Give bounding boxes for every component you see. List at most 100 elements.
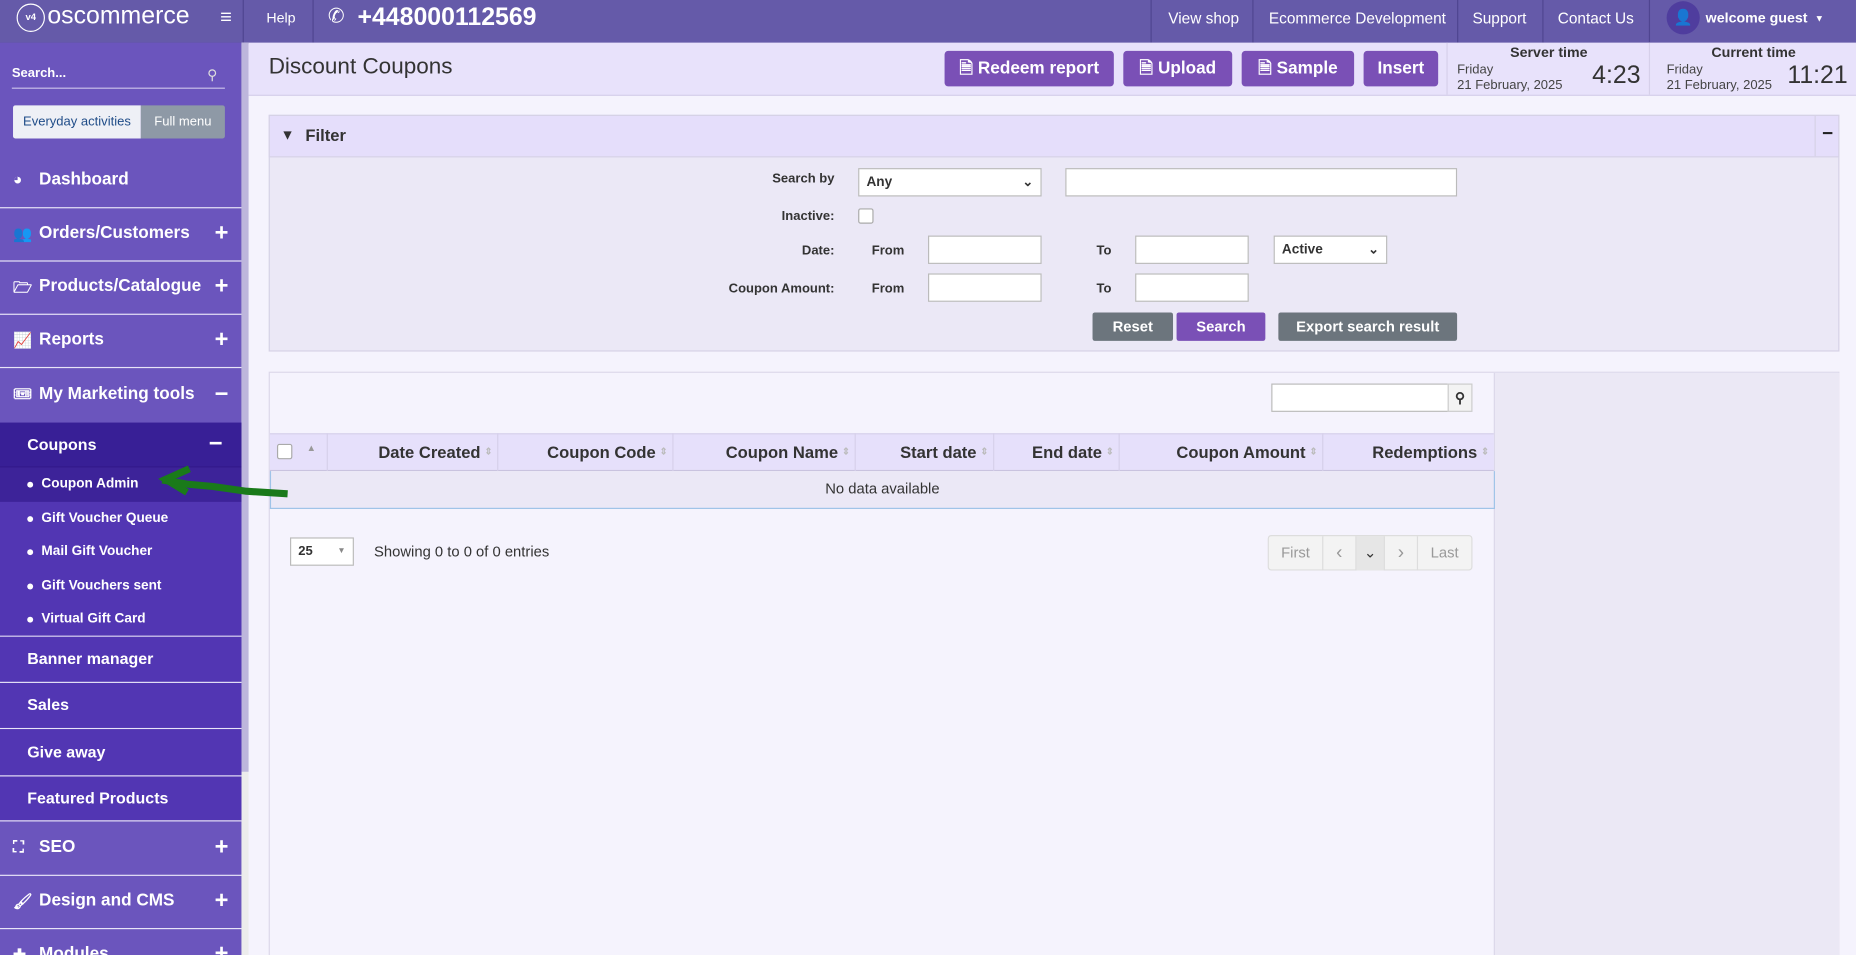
- plus-icon[interactable]: +: [215, 315, 229, 366]
- sidebar-item-seo[interactable]: ⛶ SEO +: [0, 821, 242, 876]
- current-day: Friday: [1666, 62, 1703, 77]
- column-end-date[interactable]: End date ⇕: [994, 433, 1120, 472]
- sample-button[interactable]: 🗎 Sample: [1241, 50, 1355, 87]
- phone-icon: ✆: [327, 4, 345, 28]
- minus-icon[interactable]: −: [215, 368, 229, 420]
- export-search-result-button[interactable]: Export search result: [1278, 312, 1458, 341]
- sidebar-item-design-and-cms[interactable]: 🖌 Design and CMS +: [0, 876, 242, 930]
- full-menu-toggle[interactable]: Full menu: [140, 105, 225, 139]
- amount-from-input[interactable]: [927, 273, 1042, 302]
- sidebar-item-orders-customers[interactable]: 👥 Orders/Customers +: [0, 208, 242, 262]
- select-value: Active: [1281, 242, 1323, 257]
- search-button[interactable]: Search: [1176, 312, 1266, 341]
- sidebar-item-modules[interactable]: ✚ Modules +: [0, 929, 241, 955]
- pagination-first[interactable]: First: [1269, 536, 1324, 571]
- caret-down-icon[interactable]: ▼: [1815, 0, 1824, 43]
- help-link[interactable]: Help: [266, 0, 295, 43]
- redeem-report-button[interactable]: 🗎 Redeem report: [944, 50, 1114, 87]
- sidebar-item-products-catalogue[interactable]: 🗁 Products/Catalogue +: [0, 262, 242, 315]
- sidebar-scrollbar-thumb[interactable]: [241, 42, 249, 772]
- filter-icon: ▼: [280, 126, 295, 144]
- upload-button[interactable]: 🗎 Upload: [1123, 50, 1233, 87]
- table-info: Showing 0 to 0 of 0 entries: [374, 543, 550, 560]
- amount-from-label: From: [871, 281, 905, 296]
- inactive-checkbox[interactable]: [858, 208, 874, 224]
- users-icon: 👥: [13, 224, 33, 243]
- sidebar-item-banner-manager[interactable]: Banner manager: [0, 636, 242, 683]
- logo-text[interactable]: oscommerce: [47, 2, 189, 30]
- sidebar-item-my-marketing-tools[interactable]: 🎟 My Marketing tools −: [0, 368, 241, 422]
- server-date: 21 February, 2025: [1457, 78, 1563, 93]
- collapse-filter-button[interactable]: −: [1814, 115, 1840, 157]
- sidebar-item-gift-voucher-queue[interactable]: Gift Voucher Queue: [0, 502, 241, 535]
- search-icon[interactable]: ⚲: [207, 66, 217, 83]
- pagination-prev[interactable]: ‹: [1323, 536, 1357, 571]
- sidebar-item-label: Dashboard: [39, 170, 129, 190]
- insert-button[interactable]: Insert: [1363, 50, 1439, 87]
- plus-icon[interactable]: +: [215, 262, 229, 313]
- sidebar-item-gift-vouchers-sent[interactable]: Gift Vouchers sent: [0, 569, 241, 602]
- sort-icon: ⇕: [1481, 446, 1490, 457]
- sort-icon[interactable]: ▲: [307, 443, 316, 454]
- status-select[interactable]: Active ⌄: [1273, 235, 1388, 264]
- nav-support[interactable]: Support: [1472, 0, 1526, 43]
- current-time-label: Current time: [1711, 43, 1796, 61]
- user-avatar-icon[interactable]: 👤: [1666, 1, 1700, 35]
- sidebar-item-dashboard[interactable]: ◕ Dashboard: [0, 154, 242, 209]
- sidebar-item-sales[interactable]: Sales: [0, 682, 242, 730]
- pagination-next[interactable]: ›: [1385, 536, 1419, 571]
- search-by-select[interactable]: Any ⌄: [858, 168, 1042, 197]
- select-all-checkbox[interactable]: [276, 443, 293, 460]
- chart-icon: 📈: [13, 331, 33, 350]
- hamburger-menu-icon[interactable]: ≡: [220, 6, 232, 30]
- pagination-page-select[interactable]: ⌄: [1356, 536, 1385, 571]
- top-bar: v4 oscommerce ≡ Help ✆ +448000112569 Vie…: [0, 0, 1856, 44]
- current-date: 21 February, 2025: [1666, 78, 1773, 93]
- search-by-label: Search by: [772, 171, 835, 186]
- amount-to-input[interactable]: [1135, 273, 1249, 302]
- sidebar-item-give-away[interactable]: Give away: [0, 729, 242, 777]
- plus-icon[interactable]: +: [215, 821, 229, 873]
- minus-icon[interactable]: −: [209, 423, 223, 467]
- column-label: Redemptions: [1372, 442, 1478, 462]
- sidebar-item-featured-products[interactable]: Featured Products: [0, 776, 242, 822]
- server-day: Friday: [1457, 62, 1494, 77]
- nav-contact-us[interactable]: Contact Us: [1558, 0, 1634, 43]
- sidebar-item-virtual-gift-card[interactable]: Virtual Gift Card: [0, 602, 241, 635]
- empty-table-row: No data available: [269, 471, 1495, 509]
- date-to-label: To: [1096, 243, 1112, 259]
- search-icon[interactable]: ⚲: [1447, 383, 1473, 412]
- nav-ecommerce-development[interactable]: Ecommerce Development: [1269, 0, 1446, 43]
- sort-icon: ⇕: [980, 446, 989, 457]
- annotation-arrow-icon: [158, 465, 288, 498]
- column-label: Date Created: [378, 442, 481, 462]
- sidebar-item-label: Orders/Customers: [39, 223, 190, 243]
- everyday-activities-toggle[interactable]: Everyday activities: [13, 105, 141, 139]
- sidebar-item-mail-gift-voucher[interactable]: Mail Gift Voucher: [0, 535, 241, 569]
- sidebar-item-reports[interactable]: 📈 Reports +: [0, 315, 242, 369]
- column-coupon-name[interactable]: Coupon Name ⇕: [674, 433, 856, 472]
- select-value: 25: [298, 544, 313, 559]
- user-menu[interactable]: welcome guest: [1706, 0, 1808, 43]
- sidebar-search-input[interactable]: [11, 59, 225, 89]
- column-coupon-code[interactable]: Coupon Code ⇕: [498, 433, 674, 472]
- column-start-date[interactable]: Start date ⇕: [856, 433, 995, 472]
- date-to-input[interactable]: [1135, 235, 1249, 264]
- date-from-input[interactable]: [927, 235, 1042, 264]
- reset-button[interactable]: Reset: [1092, 312, 1174, 341]
- plus-icon[interactable]: +: [215, 929, 229, 955]
- column-coupon-amount[interactable]: Coupon Amount ⇕: [1120, 433, 1324, 472]
- plus-icon[interactable]: +: [215, 208, 229, 259]
- column-label: Start date: [900, 442, 977, 462]
- plus-icon[interactable]: +: [215, 876, 229, 927]
- nav-view-shop[interactable]: View shop: [1168, 0, 1239, 43]
- column-redemptions[interactable]: Redemptions ⇕: [1323, 433, 1493, 471]
- page-size-select[interactable]: 25 ▼: [289, 537, 354, 566]
- pagination-last[interactable]: Last: [1418, 536, 1471, 570]
- search-value-input[interactable]: [1065, 168, 1458, 197]
- table-search-input[interactable]: [1271, 383, 1449, 412]
- column-date-created[interactable]: Date Created ⇕: [328, 433, 499, 472]
- filter-header[interactable]: [268, 114, 1840, 158]
- logo-icon: v4: [16, 3, 45, 32]
- ticket-icon: 🎟: [13, 384, 33, 403]
